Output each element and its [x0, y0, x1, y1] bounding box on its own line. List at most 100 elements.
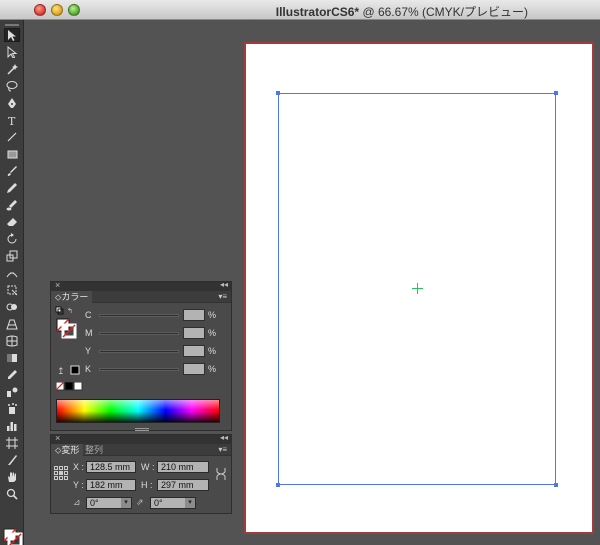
tab-align[interactable]: 整列	[81, 444, 107, 456]
shape-builder-tool[interactable]	[4, 300, 20, 314]
type-icon: T	[8, 115, 16, 126]
cyan-value-field[interactable]	[183, 309, 205, 321]
panel-resize-grip[interactable]	[135, 428, 149, 431]
black-slider[interactable]	[99, 368, 179, 371]
direct-selection-icon	[7, 46, 18, 58]
blend-icon	[7, 387, 18, 397]
black-value-field[interactable]	[183, 363, 205, 375]
selection-icon	[8, 30, 16, 41]
rotate-dropdown[interactable]: 0° ▾	[86, 497, 132, 509]
minimize-window-button[interactable]	[51, 4, 63, 16]
tab-transform[interactable]: ⬦変形	[51, 444, 84, 456]
column-graph-tool[interactable]	[4, 419, 20, 433]
yellow-value-field[interactable]	[183, 345, 205, 357]
none-black-white-swatches[interactable]	[55, 381, 84, 391]
panel-fill-stroke-icon[interactable]: ↰	[55, 306, 79, 342]
rotate-icon: ⊿	[73, 497, 81, 507]
out-of-gamut-icon[interactable]: ↥	[57, 364, 81, 376]
blob-brush-icon	[6, 200, 17, 211]
reference-point-icon[interactable]	[54, 466, 68, 480]
cyan-row: C %	[85, 309, 217, 321]
column-graph-icon	[7, 422, 17, 431]
selection-tool[interactable]	[4, 28, 20, 42]
magenta-row: M %	[85, 327, 217, 339]
height-field[interactable]: 297 mm	[157, 479, 209, 491]
gradient-tool[interactable]	[4, 351, 20, 365]
direct-selection-tool[interactable]	[4, 45, 20, 59]
lasso-tool[interactable]	[4, 79, 20, 93]
line-icon	[7, 132, 17, 142]
shear-dropdown[interactable]: 0° ▾	[150, 497, 196, 509]
collapse-panel-icon[interactable]: ◂◂	[220, 433, 228, 442]
blend-tool[interactable]	[4, 385, 20, 399]
handle-bottom-left[interactable]	[276, 483, 280, 487]
perspective-grid-icon	[6, 319, 18, 330]
pencil-icon	[7, 183, 17, 193]
color-panel: × ◂◂ ⬦カラー ▾≡ ↰ C % M % Y % K % ↥	[50, 280, 232, 431]
line-tool[interactable]	[4, 130, 20, 144]
free-transform-icon	[7, 285, 18, 296]
width-field[interactable]: 210 mm	[157, 461, 209, 473]
artboard-tool[interactable]	[4, 436, 20, 450]
black-row: K %	[85, 363, 217, 375]
close-panel-icon[interactable]: ×	[55, 280, 60, 290]
close-window-button[interactable]	[34, 4, 46, 16]
paintbrush-tool[interactable]	[4, 164, 20, 178]
tools-panel-grip[interactable]	[5, 24, 19, 26]
slice-tool[interactable]	[4, 453, 20, 467]
slice-icon	[8, 455, 17, 465]
free-transform-tool[interactable]	[4, 283, 20, 297]
symbol-sprayer-tool[interactable]	[4, 402, 20, 416]
eraser-tool[interactable]	[4, 215, 20, 229]
mesh-tool[interactable]	[4, 334, 20, 348]
width-icon	[6, 272, 18, 278]
fill-stroke-swatch[interactable]	[3, 528, 23, 545]
blob-brush-tool[interactable]	[4, 198, 20, 212]
width-tool[interactable]	[4, 266, 20, 280]
x-label: X :	[73, 462, 85, 472]
magenta-slider[interactable]	[99, 332, 179, 335]
handle-top-left[interactable]	[276, 91, 280, 95]
pen-icon	[8, 98, 16, 108]
lasso-icon	[6, 81, 18, 92]
rectangle-icon	[7, 150, 18, 159]
panel-menu-icon[interactable]: ▾≡	[218, 292, 227, 301]
rotate-tool[interactable]	[4, 232, 20, 246]
svg-text:T: T	[8, 115, 16, 126]
zoom-tool[interactable]	[4, 487, 20, 501]
yellow-row: Y %	[85, 345, 217, 357]
tools-panel: T	[0, 20, 24, 545]
rectangle-tool[interactable]	[4, 147, 20, 161]
x-field[interactable]: 128.5 mm	[86, 461, 136, 473]
eraser-icon	[7, 218, 17, 226]
svg-text:↥: ↥	[57, 367, 65, 376]
shear-icon: ⇗	[136, 497, 144, 507]
collapse-panel-icon[interactable]: ◂◂	[220, 280, 228, 289]
width-label: W :	[141, 462, 155, 472]
zoom-window-button[interactable]	[68, 4, 80, 16]
transform-panel: × ◂◂ ⬦変形 整列 ▾≡ X : 128.5 mm W : 210 mm Y…	[50, 433, 232, 514]
type-tool[interactable]: T	[4, 113, 20, 127]
perspective-grid-tool[interactable]	[4, 317, 20, 331]
shape-builder-icon	[6, 303, 17, 311]
pencil-tool[interactable]	[4, 181, 20, 195]
hand-tool[interactable]	[4, 470, 20, 484]
handle-bottom-right[interactable]	[554, 483, 558, 487]
magenta-value-field[interactable]	[183, 327, 205, 339]
magic-wand-tool[interactable]	[4, 62, 20, 76]
y-field[interactable]: 182 mm	[86, 479, 136, 491]
tab-color[interactable]: ⬦カラー	[51, 291, 93, 303]
paintbrush-icon	[7, 166, 17, 176]
color-spectrum-bar[interactable]	[56, 399, 220, 423]
pen-tool[interactable]	[4, 96, 20, 110]
constrain-proportions-icon[interactable]	[215, 467, 227, 481]
gradient-icon	[7, 354, 17, 362]
eyedropper-tool[interactable]	[4, 368, 20, 382]
scale-tool[interactable]	[4, 249, 20, 263]
close-panel-icon[interactable]: ×	[55, 433, 60, 443]
panel-menu-icon[interactable]: ▾≡	[218, 445, 227, 454]
title-bar: IllustratorCS6* @ 66.67% (CMYK/プレビュー)	[0, 0, 600, 20]
yellow-slider[interactable]	[99, 350, 179, 353]
cyan-slider[interactable]	[99, 314, 179, 317]
handle-top-right[interactable]	[554, 91, 558, 95]
